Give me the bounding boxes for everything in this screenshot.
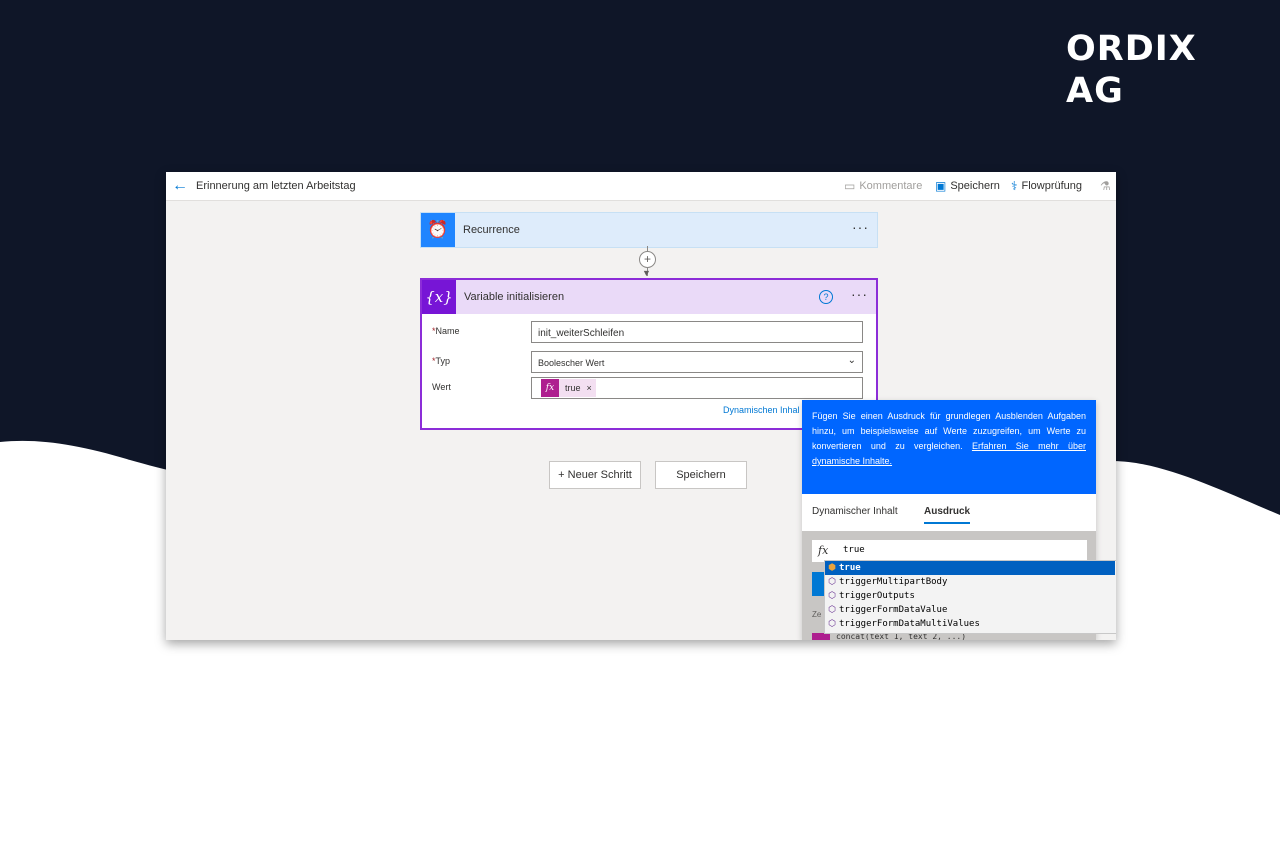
test-button[interactable]: ⚗ [1100,179,1111,193]
flow-editor-screenshot: ← Erinnerung am letzten Arbeitstag ▭ Kom… [166,172,1116,640]
suggestion-item[interactable]: ⬡ triggerFormDataMultiValues [825,617,1115,631]
flow-title: Erinnerung am letzten Arbeitstag [196,180,356,192]
recurrence-title: Recurrence [463,224,520,236]
comments-button[interactable]: ▭ Kommentare [844,179,922,193]
type-select[interactable]: Boolescher Wert ⌄ [531,351,863,373]
chevron-down-icon: ⌄ [847,355,856,366]
expression-input[interactable]: fx true [812,540,1087,562]
dynamic-content-link[interactable]: Dynamischen Inhal [723,405,800,415]
cube-icon: ⬡ [828,577,836,587]
new-step-button[interactable]: + Neuer Schritt [549,461,641,489]
value-input[interactable]: fx true × [531,377,863,399]
panel-info-box: Fügen Sie einen Ausdruck für grundlegen … [802,400,1096,494]
expression-token[interactable]: fx true × [541,379,596,397]
partial-label: Ze [812,610,822,619]
stethoscope-icon: ⚕ [1011,179,1018,193]
top-bar: ← Erinnerung am letzten Arbeitstag ▭ Kom… [166,172,1116,201]
type-label: *Typ [432,356,451,366]
suggestion-item[interactable]: ⬢ true [825,561,1115,575]
more-options-icon[interactable]: ··· [851,286,868,302]
fx-icon: fx [541,379,559,397]
suggestion-list: ⬢ true ⬡ triggerMultipartBody ⬡ triggerOutp… [824,560,1116,634]
suggestion-item[interactable]: ⬡ triggerFormDataValue [825,603,1115,617]
insert-step-icon[interactable]: + [639,251,656,268]
recurrence-card[interactable]: ⏰ Recurrence ··· [420,212,878,248]
arrow-left-icon[interactable]: ← [172,177,188,195]
flask-icon: ⚗ [1100,179,1111,193]
suggestion-item[interactable]: ⬡ triggerMultipartBody [825,575,1115,589]
arrow-down-icon: ▼ [642,268,651,278]
ordix-logo: ORDIX AG [1066,29,1197,111]
tab-expression[interactable]: Ausdruck [924,506,971,524]
comment-icon: ▭ [844,179,856,193]
name-label: *Name [432,326,460,336]
variable-card-title: Variable initialisieren [464,291,565,303]
tab-dynamic-content[interactable]: Dynamischer Inhalt [812,506,898,517]
variable-braces-icon: {x} [422,280,456,314]
help-icon[interactable]: ? [819,290,833,304]
cube-icon: ⬢ [828,563,836,573]
suggestion-item[interactable]: ⬡ triggerOutputs [825,589,1115,603]
save-button[interactable]: Speichern [655,461,747,489]
cube-icon: ⬡ [828,619,836,629]
save-top-button[interactable]: ▣ Speichern [935,179,1000,193]
remove-token-icon[interactable]: × [587,383,592,393]
alarm-clock-icon: ⏰ [421,213,455,247]
more-options-icon[interactable]: ··· [852,219,869,235]
flow-checker-button[interactable]: ⚕ Flowprüfung [1011,179,1082,193]
variable-card-header[interactable]: {x} Variable initialisieren ? ··· [422,280,876,314]
cube-icon: ⬡ [828,591,836,601]
fx-icon: fx [818,544,829,557]
save-icon: ▣ [935,179,947,193]
value-label: Wert [432,382,451,392]
name-input[interactable]: init_weiterSchleifen [531,321,863,343]
cube-icon: ⬡ [828,605,836,615]
